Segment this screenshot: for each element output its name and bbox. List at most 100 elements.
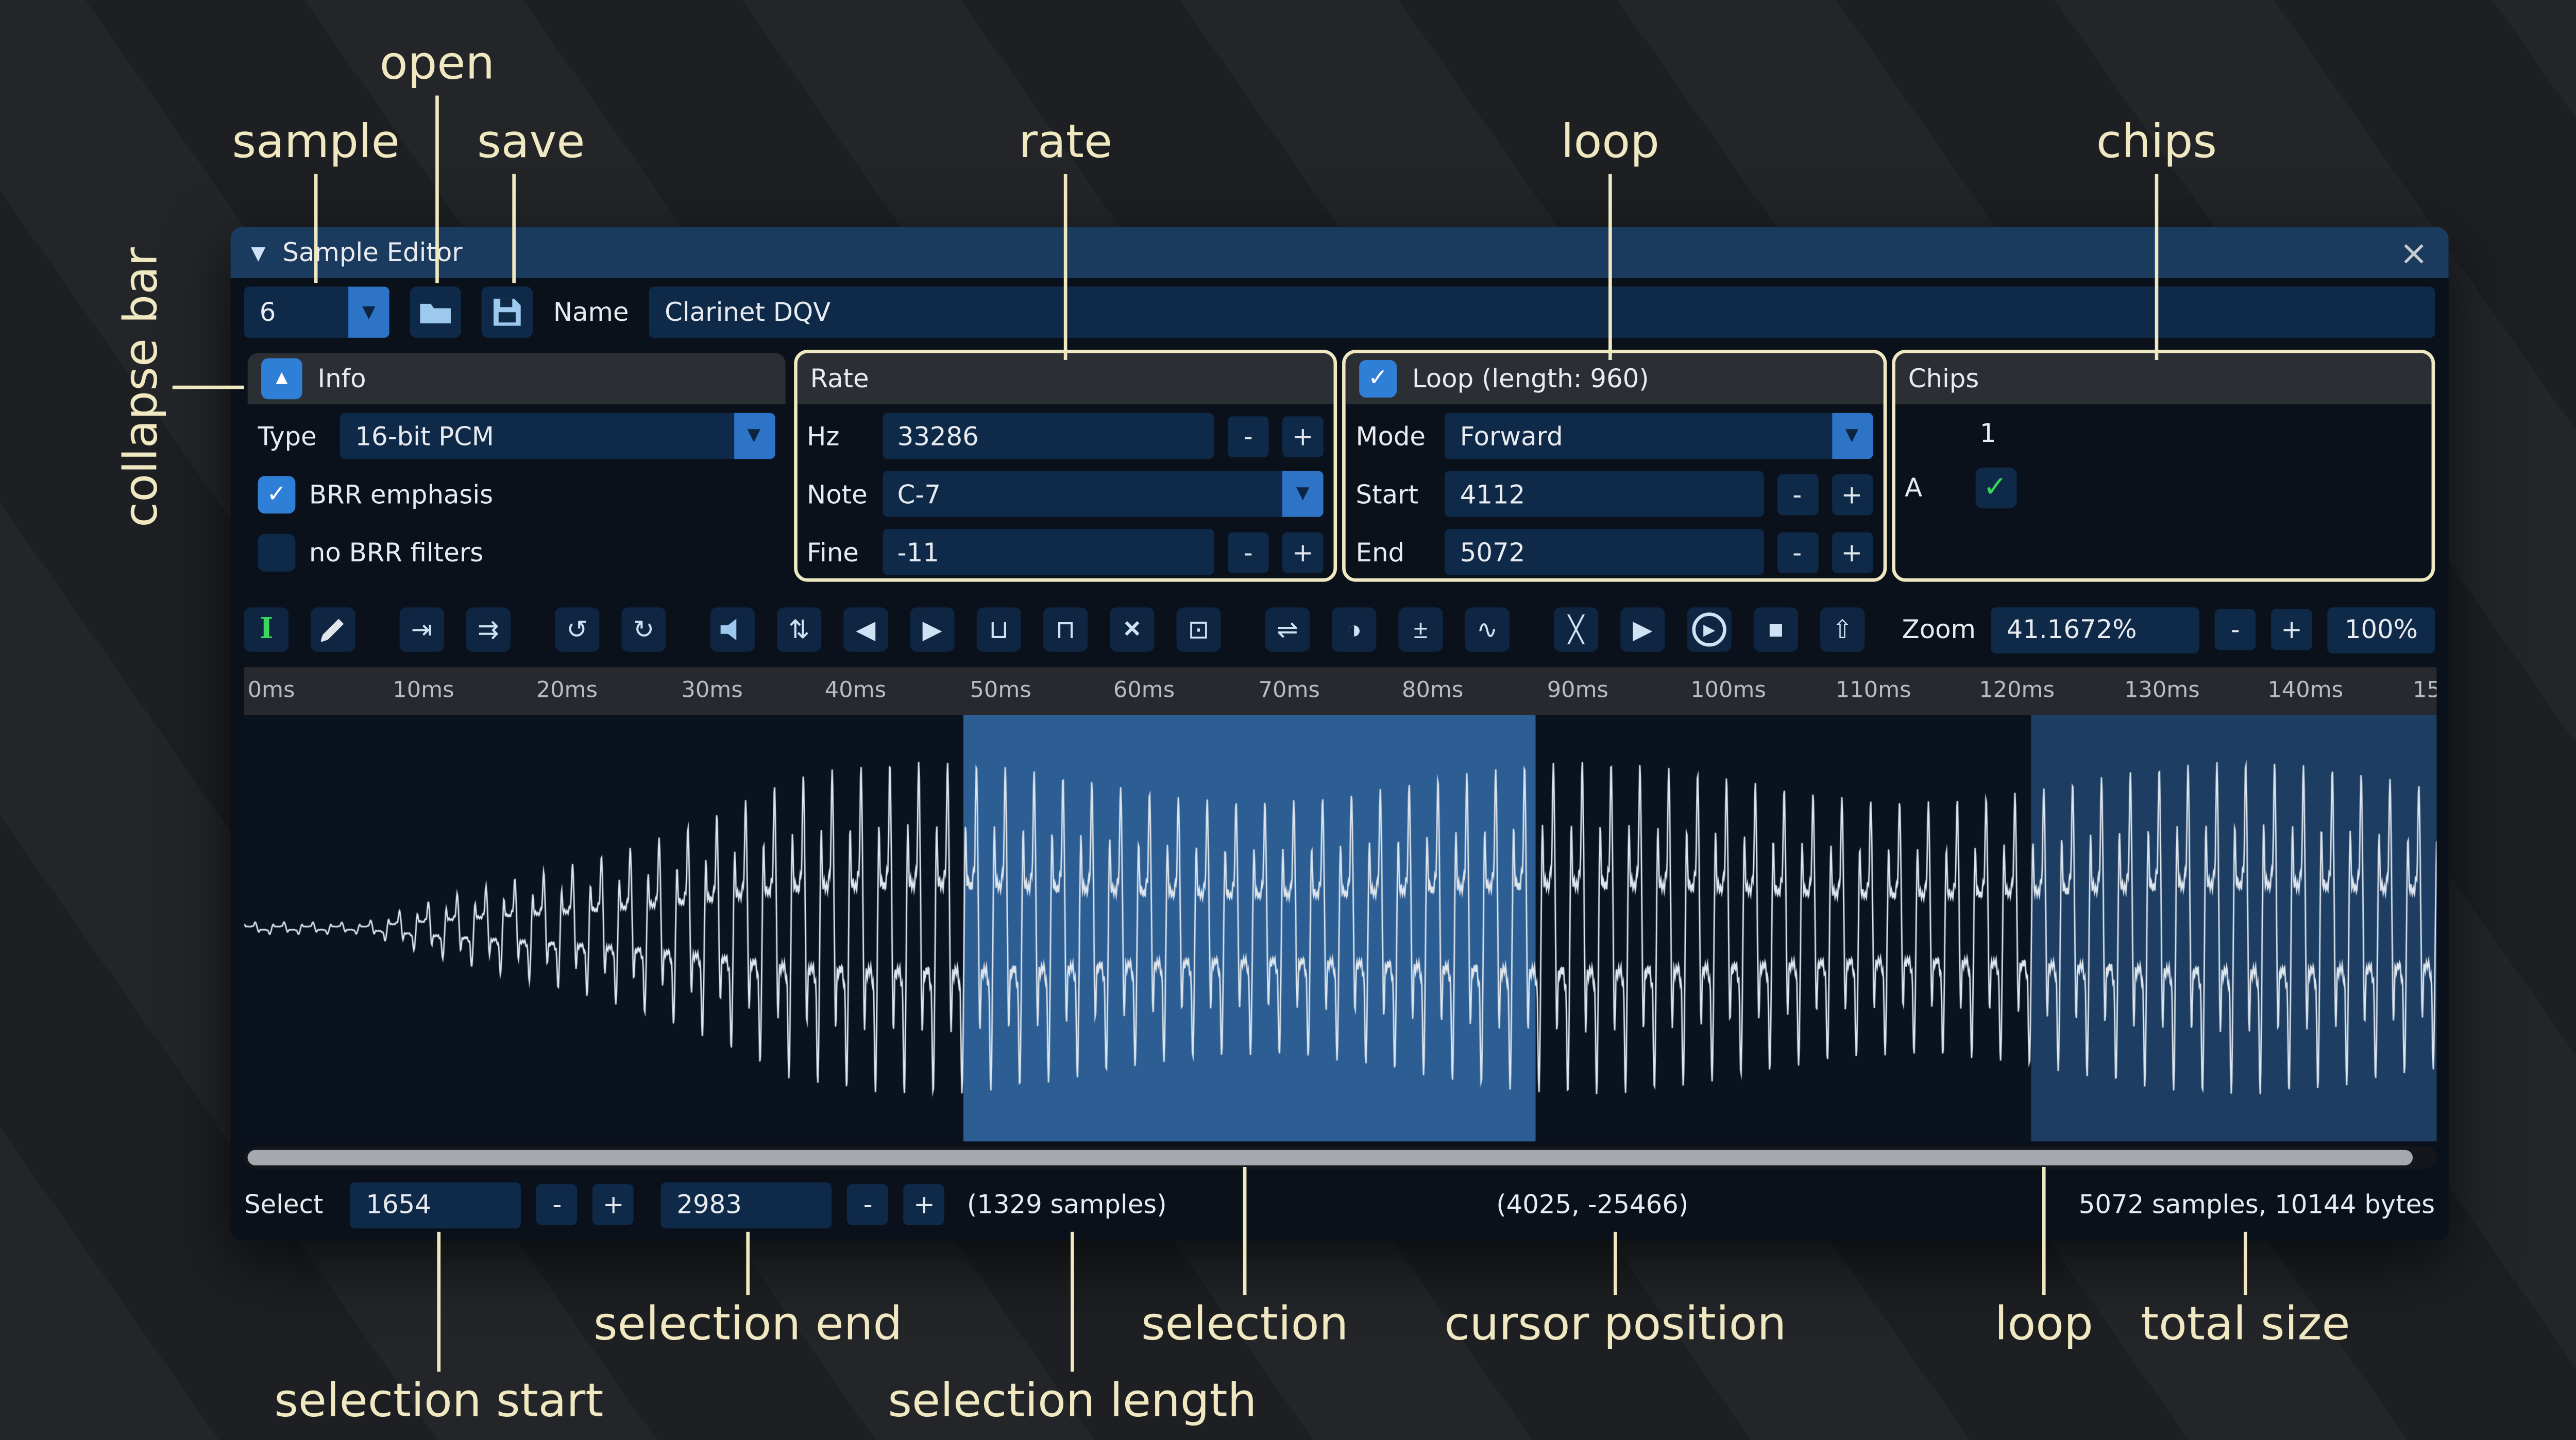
amplify-button[interactable] [710, 607, 755, 652]
loop-mode-value: Forward [1445, 413, 1832, 459]
annotation-open-label: open [380, 38, 495, 91]
annotation-open-line [435, 96, 439, 283]
fade-in-button[interactable]: ◀ [843, 607, 888, 652]
loop-enable-checkbox[interactable]: ✓ [1359, 360, 1397, 398]
waveform-scrollbar[interactable] [244, 1146, 2437, 1169]
sample-selector[interactable]: 6 ▼ [244, 287, 389, 338]
fine-increment-button[interactable]: + [1282, 532, 1324, 573]
loop-start-label: Start [1356, 478, 1431, 509]
zoom-reset-button[interactable]: 100% [2328, 607, 2435, 653]
selection-end-decrement-button[interactable]: - [848, 1184, 889, 1225]
close-icon[interactable]: × [2399, 235, 2428, 269]
selection-end-input[interactable]: 2983 [662, 1181, 832, 1227]
chevron-down-icon[interactable]: ▼ [348, 287, 389, 338]
annotation-cursor-position-line [1614, 1232, 1617, 1295]
chevron-down-icon[interactable]: ▼ [1832, 413, 1873, 459]
folder-open-icon [420, 301, 451, 323]
fade-out-button[interactable]: ▶ [910, 607, 955, 652]
annotation-sample-line [314, 174, 318, 283]
loop-end-decrement-button[interactable]: - [1777, 532, 1818, 573]
selection-start-increment-button[interactable]: + [593, 1184, 634, 1225]
fine-input[interactable]: -11 [882, 529, 1214, 575]
timeline-tick: 60ms [1113, 678, 1175, 704]
selection-end-value: 2983 [676, 1189, 742, 1220]
zoom-input[interactable]: 41.1672% [1991, 607, 2199, 653]
chevron-down-icon[interactable]: ▼ [733, 413, 774, 459]
redo-button[interactable]: ↻ [621, 607, 666, 652]
selection-start-decrement-button[interactable]: - [537, 1184, 578, 1225]
loop-start-decrement-button[interactable]: - [1777, 473, 1818, 515]
invert-button[interactable]: ◑ [1332, 607, 1376, 652]
fine-label: Fine [807, 537, 868, 568]
insert-silence-button[interactable]: ⊔ [977, 607, 1021, 652]
edit-mode-draw-button[interactable] [311, 607, 355, 652]
waveform-view[interactable] [244, 715, 2437, 1141]
crossfade-button[interactable]: ╳ [1554, 607, 1598, 652]
hz-input[interactable]: 33286 [882, 413, 1214, 459]
annotation-chips-line [2155, 174, 2159, 360]
zoom-controls: Zoom 41.1672% - + 100% [1902, 607, 2435, 653]
type-selector[interactable]: 16-bit PCM ▼ [340, 413, 774, 459]
zoom-out-button[interactable]: - [2215, 609, 2256, 650]
undo-button[interactable]: ↺ [555, 607, 599, 652]
collapse-bar-button[interactable]: ▲ [261, 358, 302, 400]
chevron-down-icon[interactable]: ▼ [1282, 471, 1324, 517]
timeline-tick: 90ms [1547, 678, 1608, 704]
annotation-chips-label: chips [2096, 116, 2217, 169]
hz-decrement-button[interactable]: - [1228, 416, 1269, 457]
no-brr-filters-checkbox[interactable] [258, 533, 295, 571]
play-circle-icon: ▶ [1692, 612, 1726, 646]
selection-start-value: 1654 [366, 1189, 431, 1220]
loop-end-input[interactable]: 5072 [1445, 529, 1763, 575]
loop-end-increment-button[interactable]: + [1832, 532, 1873, 573]
zoom-in-button[interactable]: + [2271, 609, 2312, 650]
note-selector[interactable]: C-7 ▼ [882, 471, 1324, 517]
filter-button[interactable]: ∿ [1465, 607, 1510, 652]
loop-header-label: Loop (length: 960) [1412, 364, 1649, 395]
stop-preview-button[interactable]: ■ [1754, 607, 1798, 652]
zoom-reset-label: 100% [2345, 614, 2418, 645]
preview-loop-button[interactable]: ▶ [1687, 607, 1732, 652]
brr-emphasis-checkbox[interactable]: ✓ [258, 475, 295, 513]
reverse-button[interactable]: ⇌ [1265, 607, 1310, 652]
timeline-tick: 110ms [1836, 678, 1911, 704]
apply-silence-button[interactable]: ⊓ [1043, 607, 1088, 652]
annotation-loop-label: loop [1561, 116, 1659, 169]
preview-button[interactable]: ▶ [1620, 607, 1665, 652]
annotation-selection-line [1243, 1167, 1247, 1295]
trim-button[interactable]: ⊡ [1177, 607, 1221, 652]
waveform-canvas[interactable] [244, 715, 2437, 1141]
resize-button[interactable]: ⇥ [400, 607, 444, 652]
sample-selector-value: 6 [244, 287, 348, 338]
loop-start-increment-button[interactable]: + [1832, 473, 1873, 515]
sign-flip-button[interactable]: ± [1398, 607, 1443, 652]
save-button[interactable] [482, 287, 533, 338]
timeline-tick: 80ms [1402, 678, 1463, 704]
normalize-button[interactable]: ⇅ [777, 607, 821, 652]
total-size-text: 5072 samples, 10144 bytes [2079, 1189, 2435, 1220]
selection-start-input[interactable]: 1654 [350, 1181, 521, 1227]
fine-decrement-button[interactable]: - [1228, 532, 1269, 573]
loop-start-value: 4112 [1460, 478, 1526, 509]
chip-enable-checkbox[interactable]: ✓ [1975, 468, 2016, 509]
title-bar[interactable]: ▼ Sample Editor × [230, 227, 2448, 278]
edit-mode-select-button[interactable]: I [244, 607, 289, 652]
selection-length-text: (1329 samples) [967, 1189, 1167, 1220]
open-button[interactable] [410, 287, 461, 338]
resample-button[interactable]: ⇉ [466, 607, 511, 652]
create-instrument-button[interactable]: ⇧ [1820, 607, 1865, 652]
selection-end-increment-button[interactable]: + [904, 1184, 945, 1225]
hz-increment-button[interactable]: + [1282, 416, 1324, 457]
name-input[interactable]: Clarinet DQV [649, 287, 2435, 338]
brr-emphasis-label: BRR emphasis [309, 478, 493, 509]
screenshot-stage: sample open save rate loop chips collaps… [0, 0, 2576, 1440]
timeline-tick: 10ms [393, 678, 454, 704]
loop-mode-selector[interactable]: Forward ▼ [1445, 413, 1872, 459]
delete-button[interactable]: × [1110, 607, 1154, 652]
timeline-ruler[interactable]: 0ms 10ms 20ms 30ms 40ms 50ms 60ms 70ms 8… [244, 667, 2437, 715]
annotation-total-size-label: total size [2141, 1298, 2350, 1351]
chips-panel: Chips 1 A ✓ [1891, 350, 2435, 582]
loop-start-input[interactable]: 4112 [1445, 471, 1763, 517]
window-collapse-icon[interactable]: ▼ [251, 242, 265, 264]
scrollbar-thumb[interactable] [248, 1150, 2413, 1165]
